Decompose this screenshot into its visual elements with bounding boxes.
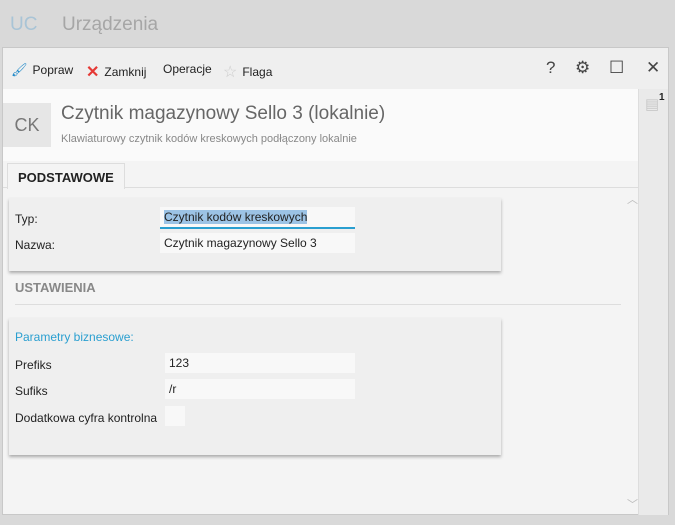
flag-label: Flaga [242, 65, 273, 79]
maximize-icon[interactable]: ☐ [609, 58, 624, 78]
suffix-field[interactable]: /r [165, 379, 355, 399]
scroll-up-icon[interactable]: ︿ [627, 191, 638, 207]
section-divider [15, 304, 621, 305]
x-icon: ✕ [86, 64, 100, 81]
check-digit-field[interactable] [165, 406, 185, 426]
toolbar: 🖌 Popraw ✕ Zamknij Operacje ☆ Flaga ? ⚙ … [3, 48, 668, 89]
basic-panel: Typ: Czytnik kodów kreskowych Nazwa: Czy… [9, 198, 501, 271]
prefix-label: Prefiks [15, 358, 52, 372]
name-field[interactable]: Czytnik magazynowy Sello 3 [160, 233, 355, 253]
settings-panel: Parametry biznesowe: Prefiks 123 Sufiks … [9, 318, 501, 455]
name-label: Nazwa: [15, 238, 56, 252]
star-icon: ☆ [223, 64, 238, 81]
brush-icon: 🖌 [11, 62, 28, 77]
edit-button[interactable]: 🖌 Popraw [11, 62, 73, 78]
record-avatar: CK [3, 103, 51, 147]
edit-label: Popraw [32, 63, 74, 77]
comments-icon[interactable]: ▤ [645, 95, 659, 113]
record-header: CK Czytnik magazynowy Sello 3 (lokalnie)… [3, 89, 638, 161]
close-label: Zamknij [104, 65, 147, 79]
prefix-field[interactable]: 123 [165, 353, 355, 373]
app-code: UC [10, 14, 38, 35]
help-button[interactable]: ? [546, 58, 555, 78]
type-field[interactable]: Czytnik kodów kreskowych [160, 207, 355, 229]
app-title: Urządzenia [62, 14, 159, 35]
operations-label: Operacje [163, 62, 212, 76]
scroll-down-icon[interactable]: ﹀ [627, 496, 638, 512]
tab-bar: PODSTAWOWE [3, 161, 638, 189]
tab-podstawowe[interactable]: PODSTAWOWE [7, 163, 125, 189]
settings-section-title: USTAWIENIA [15, 280, 96, 295]
type-label: Typ: [15, 212, 38, 226]
type-value: Czytnik kodów kreskowych [164, 210, 308, 224]
business-params-heading: Parametry biznesowe: [15, 330, 134, 344]
right-sidebar: ▤ 1 [638, 89, 668, 515]
close-window-icon[interactable]: ✕ [646, 58, 660, 78]
close-record-button[interactable]: ✕ Zamknij [86, 62, 146, 82]
record-subtitle: Klawiaturowy czytnik kodów kreskowych po… [61, 133, 357, 145]
check-digit-label: Dodatkowa cyfra kontrolna [15, 411, 158, 425]
comments-count: 1 [659, 92, 665, 103]
record-title: Czytnik magazynowy Sello 3 (lokalnie) [61, 103, 386, 124]
operations-button[interactable]: Operacje [163, 62, 212, 76]
settings-gear-icon[interactable]: ⚙ [575, 58, 590, 78]
app-header: UC Urządzenia [0, 0, 675, 47]
suffix-label: Sufiks [15, 384, 48, 398]
flag-button[interactable]: ☆ Flaga [223, 62, 272, 82]
device-window: 🖌 Popraw ✕ Zamknij Operacje ☆ Flaga ? ⚙ … [2, 47, 669, 515]
